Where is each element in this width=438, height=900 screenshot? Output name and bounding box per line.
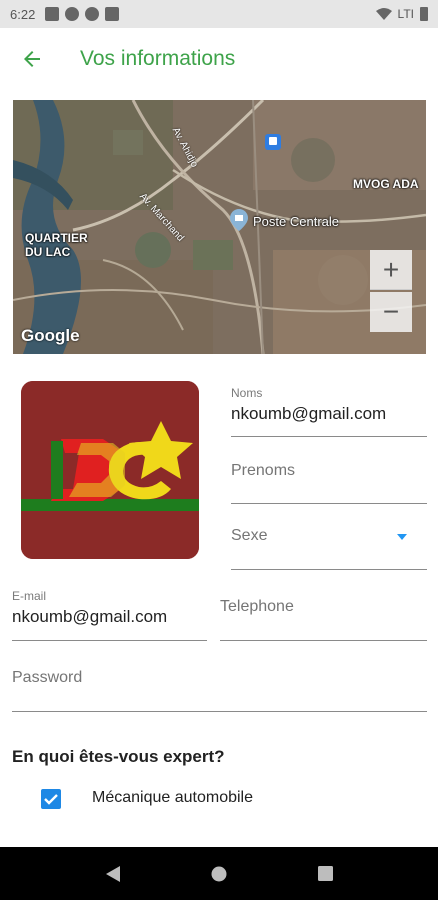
zoom-in-button[interactable]: + (370, 250, 412, 290)
status-bar: 6:22 LTI (0, 0, 438, 28)
nav-home-button[interactable] (207, 862, 231, 886)
telephone-placeholder: Telephone (220, 598, 294, 615)
map-label-mvog: MVOG ADA (353, 177, 419, 191)
google-attribution: Google (21, 326, 80, 345)
email-value: nkoumb@gmail.com (12, 607, 168, 626)
prenoms-placeholder: Prenoms (231, 462, 296, 479)
nav-recents-icon (317, 866, 333, 881)
back-arrow-icon[interactable] (20, 47, 44, 71)
google-icon (65, 7, 80, 21)
sd-card-icon (105, 7, 120, 21)
map-label-quartier: QUARTIER DU LAC (25, 231, 88, 259)
network-type: LTI (397, 7, 414, 21)
page-title: Vos informations (80, 47, 236, 70)
ldc-logo-image (21, 381, 199, 559)
chevron-down-icon (397, 534, 407, 540)
sexe-placeholder: Sexe (231, 527, 268, 544)
nav-back-icon (106, 865, 120, 882)
app-icon (85, 7, 100, 21)
email-label: E-mail (12, 589, 47, 603)
nav-recents-button[interactable] (313, 862, 337, 886)
expertise-checkbox[interactable] (41, 789, 61, 809)
status-time: 6:22 (10, 6, 36, 22)
noms-field[interactable]: Noms nkoumb@gmail.com (231, 381, 427, 437)
password-placeholder: Password (12, 669, 83, 686)
map-view[interactable]: QUARTIER DU LAC MVOG ADA Av. Ahidjo Av. … (13, 100, 426, 354)
nav-back-button[interactable] (101, 862, 125, 886)
notification-icons (45, 7, 120, 21)
noms-label: Noms (231, 386, 263, 400)
profile-avatar[interactable] (21, 381, 199, 559)
map-label-poste: Poste Centrale (253, 214, 339, 229)
sexe-dropdown[interactable]: Sexe (231, 516, 427, 570)
zoom-out-button[interactable]: − (370, 292, 412, 332)
battery-icon (420, 7, 428, 21)
email-field[interactable]: E-mail nkoumb@gmail.com (12, 585, 207, 641)
system-indicators: LTI (375, 7, 428, 21)
nav-home-icon (211, 866, 227, 881)
prenoms-field[interactable]: Prenoms (231, 450, 427, 504)
satellite-imagery (13, 100, 426, 354)
system-nav-bar (0, 847, 438, 900)
password-field[interactable]: Password (12, 656, 427, 712)
checkbox-check-icon (44, 794, 58, 805)
noms-value: nkoumb@gmail.com (231, 404, 387, 423)
bus-stop-icon[interactable] (265, 134, 281, 150)
message-icon (45, 7, 60, 21)
map-pin-icon[interactable] (230, 209, 248, 231)
telephone-field[interactable]: Telephone (220, 585, 427, 641)
expertise-title: En quoi êtes-vous expert? (12, 747, 225, 766)
app-bar: Vos informations (0, 28, 438, 90)
expertise-option-label[interactable]: Mécanique automobile (92, 789, 253, 807)
wifi-icon (375, 8, 392, 20)
